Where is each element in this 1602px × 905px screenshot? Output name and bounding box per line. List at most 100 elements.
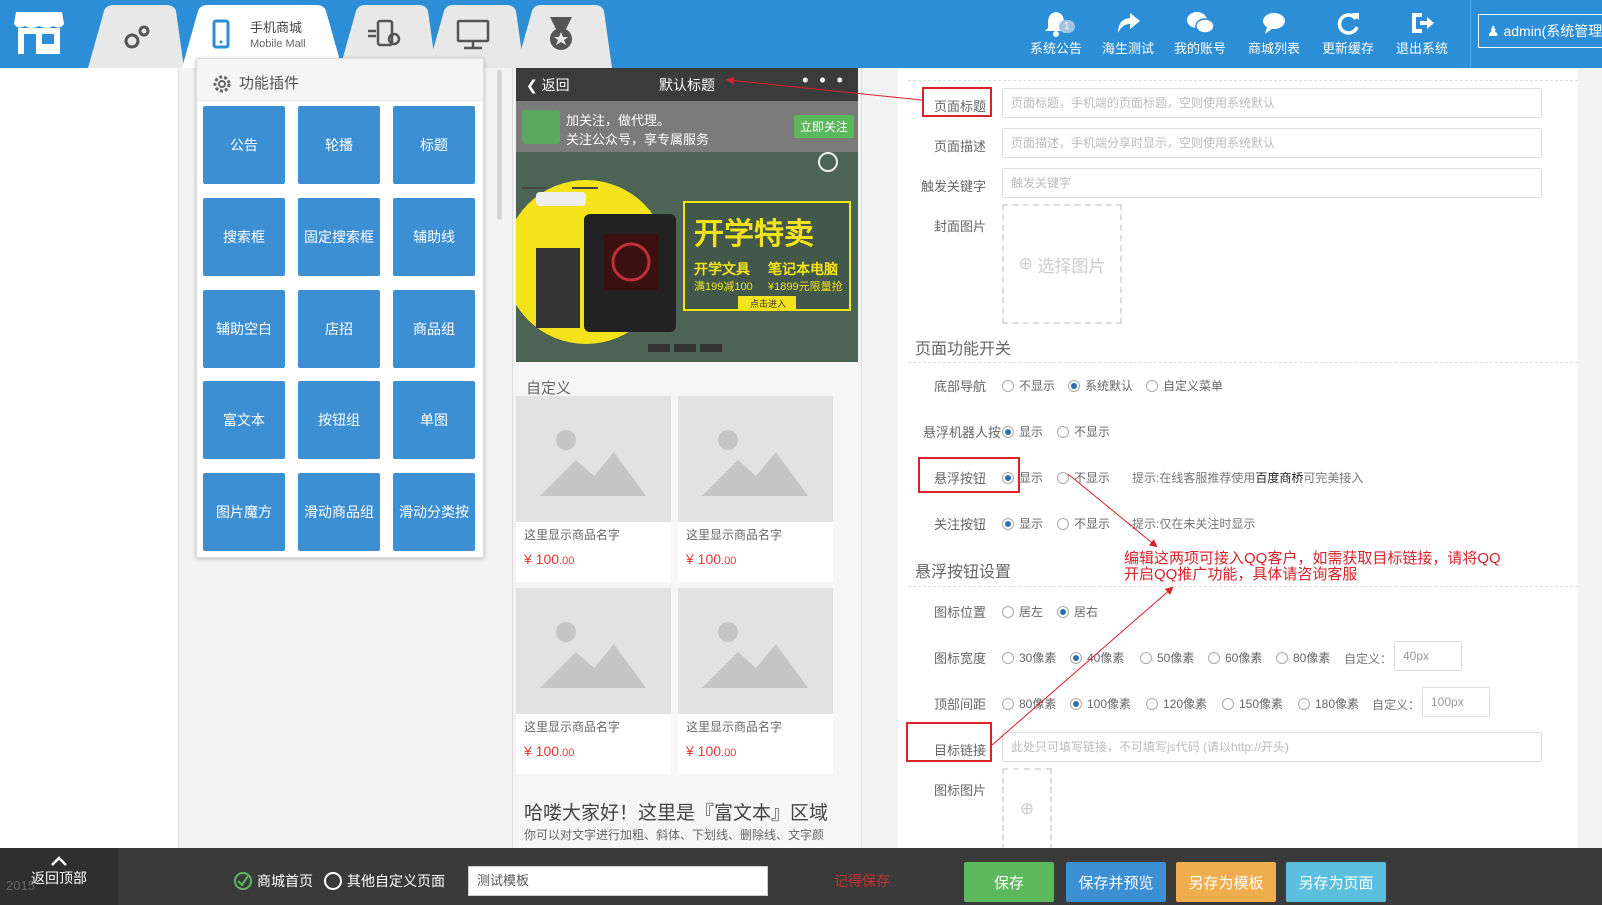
- announcement-button[interactable]: 1 系统公告: [1023, 8, 1089, 57]
- follow-button-label: 关注按钮: [933, 517, 986, 532]
- icon-position-left-radio[interactable]: 居左: [1002, 603, 1043, 620]
- plugin-single-image-button[interactable]: 单图: [393, 381, 475, 459]
- mall-list-button[interactable]: 商城列表: [1241, 8, 1307, 57]
- plugin-title-button[interactable]: 标题: [393, 106, 475, 184]
- icon-image-picker[interactable]: ⊕: [1002, 768, 1052, 850]
- section-divider: [908, 80, 1578, 81]
- richtext-body: 你可以对文字进行加粗、斜体、下划线、删除线、文字颜: [524, 828, 825, 842]
- copyright-text: 2015: [6, 878, 35, 893]
- plus-circle-icon: ⊕: [1019, 799, 1035, 818]
- back-to-top-button[interactable]: 返回顶部: [0, 848, 118, 905]
- top-gap-custom-input[interactable]: 100px: [1422, 687, 1490, 717]
- save-as-template-button[interactable]: 另存为模板: [1176, 862, 1276, 902]
- top-gap-180-radio[interactable]: 180像素: [1298, 695, 1359, 712]
- cover-image-picker[interactable]: ⊕ 选择图片: [1002, 204, 1122, 324]
- top-gap-label: 顶部间距: [933, 697, 986, 712]
- plugin-shop-sign-button[interactable]: 店招: [298, 290, 380, 368]
- robot-hide-radio[interactable]: 不显示: [1057, 423, 1110, 440]
- phone-navbar: ❮ 返回 默认标题 • • •: [516, 68, 858, 101]
- goods-name: 这里显示商品名字: [686, 528, 783, 542]
- plugins-scrollbar[interactable]: [497, 70, 502, 220]
- top-gap-150-radio[interactable]: 150像素: [1222, 695, 1283, 712]
- carousel-indicators[interactable]: [648, 344, 722, 352]
- target-link-input[interactable]: 此处只可填写链接，不可填写js代码 (请以http://开头): [1002, 732, 1542, 762]
- chevron-up-icon: [51, 856, 67, 866]
- plugin-goods-group-button[interactable]: 商品组: [393, 290, 475, 368]
- plugin-richtext-button[interactable]: 富文本: [203, 381, 285, 459]
- save-button[interactable]: 保存: [964, 862, 1054, 902]
- plugin-button-group-button[interactable]: 按钮组: [298, 381, 380, 459]
- plugin-search-button[interactable]: 搜索框: [203, 198, 285, 276]
- goods-name: 这里显示商品名字: [524, 720, 621, 734]
- goods-card[interactable]: 这里显示商品名字 ¥ 100.00: [516, 588, 671, 774]
- plugin-notice-button[interactable]: 公告: [203, 106, 285, 184]
- mall-home-option[interactable]: 商城首页: [234, 871, 313, 891]
- plugin-fixed-search-button[interactable]: 固定搜索框: [298, 198, 380, 276]
- icon-position-right-radio[interactable]: 居右: [1057, 603, 1098, 620]
- goods-price: ¥ 100.00: [686, 551, 737, 567]
- page-desc-input[interactable]: 页面描述，手机端分享时显示，空则使用系统默认: [1002, 128, 1542, 158]
- store-logo-icon[interactable]: [12, 8, 66, 56]
- image-placeholder-icon: [516, 588, 671, 714]
- tab-mobile-mall-subtitle: Mobile Mall: [250, 38, 306, 50]
- plugin-image-cube-button[interactable]: 图片魔方: [203, 473, 285, 551]
- bottom-nav-hide-radio[interactable]: 不显示: [1002, 377, 1055, 394]
- goods-card[interactable]: 这里显示商品名字 ¥ 100.00: [678, 588, 833, 774]
- bottom-nav-label: 底部导航: [933, 379, 986, 394]
- logout-icon: [1412, 13, 1434, 33]
- top-gap-120-radio[interactable]: 120像素: [1146, 695, 1207, 712]
- robot-show-radio[interactable]: 显示: [1002, 423, 1043, 440]
- icon-width-40-radio[interactable]: 40像素: [1070, 649, 1124, 666]
- save-as-page-button[interactable]: 另存为页面: [1286, 862, 1386, 902]
- bottom-nav-default-radio[interactable]: 系统默认: [1068, 377, 1133, 394]
- icon-width-30-radio[interactable]: 30像素: [1002, 649, 1056, 666]
- follow-button[interactable]: 立即关注: [793, 115, 854, 138]
- refresh-cache-button[interactable]: 更新缓存: [1315, 8, 1381, 57]
- banner-carousel[interactable]: 开学特卖 开学文具 笔记本电脑 满199减100 ¥1899元限量抢 点击进入: [516, 152, 858, 362]
- follow-button-show-radio[interactable]: 显示: [1002, 515, 1043, 532]
- float-robot-label: 悬浮机器人按: [922, 425, 1001, 440]
- topbar-divider: [1470, 0, 1471, 68]
- plugin-slide-category-button[interactable]: 滑动分类按: [393, 473, 475, 551]
- test-account-label: 海生测试: [1101, 41, 1154, 56]
- page-title-input[interactable]: 页面标题，手机端的页面标题，空则使用系统默认: [1002, 88, 1542, 118]
- plugin-slide-goods-button[interactable]: 滑动商品组: [298, 473, 380, 551]
- float-button-hide-radio[interactable]: 不显示: [1057, 469, 1110, 486]
- goods-card[interactable]: 这里显示商品名字 ¥ 100.00: [678, 396, 833, 582]
- icon-width-60-radio[interactable]: 60像素: [1208, 649, 1262, 666]
- plus-circle-icon: ⊕: [1018, 254, 1038, 273]
- pc-case-image: [584, 214, 676, 332]
- announcement-badge: 1: [1059, 20, 1075, 33]
- keyword-input[interactable]: 触发关键字: [1002, 168, 1542, 198]
- my-account-button[interactable]: 我的账号: [1167, 8, 1233, 57]
- switch-section-title: 页面功能开关: [915, 341, 1012, 358]
- top-gap-100-radio[interactable]: 100像素: [1070, 695, 1131, 712]
- test-account-button[interactable]: 海生测试: [1095, 8, 1161, 57]
- annotation-box-float-button: [918, 457, 1020, 493]
- more-icon[interactable]: • • •: [802, 70, 846, 91]
- logout-button[interactable]: 退出系统: [1389, 8, 1455, 57]
- bottom-nav-custom-radio[interactable]: 自定义菜单: [1146, 377, 1223, 394]
- plugin-guideline-button[interactable]: 辅助线: [393, 198, 475, 276]
- icon-width-50-radio[interactable]: 50像素: [1140, 649, 1194, 666]
- plugin-blank-button[interactable]: 辅助空白: [203, 290, 285, 368]
- tab-medal[interactable]: [516, 5, 612, 68]
- icon-width-80-radio[interactable]: 80像素: [1276, 649, 1330, 666]
- template-name-input[interactable]: 测试模板: [468, 866, 768, 896]
- admin-user-menu[interactable]: ♟ admin(系统管理: [1478, 14, 1602, 48]
- save-preview-button[interactable]: 保存并预览: [1066, 862, 1166, 902]
- plugin-carousel-button[interactable]: 轮播: [298, 106, 380, 184]
- follow-line2: 关注公众号，享专属服务: [566, 132, 710, 147]
- goods-card[interactable]: 这里显示商品名字 ¥ 100.00: [516, 396, 671, 582]
- tab-settings[interactable]: [88, 5, 184, 68]
- image-placeholder-icon: [678, 588, 833, 714]
- keyword-label: 触发关键字: [920, 179, 986, 194]
- float-button-tip: 提示:在线客服推荐使用百度商桥可完美接入: [1132, 471, 1364, 485]
- image-placeholder-icon: [516, 396, 671, 522]
- follow-button-hide-radio[interactable]: 不显示: [1057, 515, 1110, 532]
- follow-button-tip: 提示:仅在未关注时显示: [1132, 517, 1256, 531]
- icon-width-custom-input[interactable]: 40px: [1394, 641, 1462, 671]
- section-divider: [908, 362, 1578, 363]
- other-page-option[interactable]: 其他自定义页面: [324, 871, 445, 891]
- top-gap-80-radio[interactable]: 80像素: [1002, 695, 1056, 712]
